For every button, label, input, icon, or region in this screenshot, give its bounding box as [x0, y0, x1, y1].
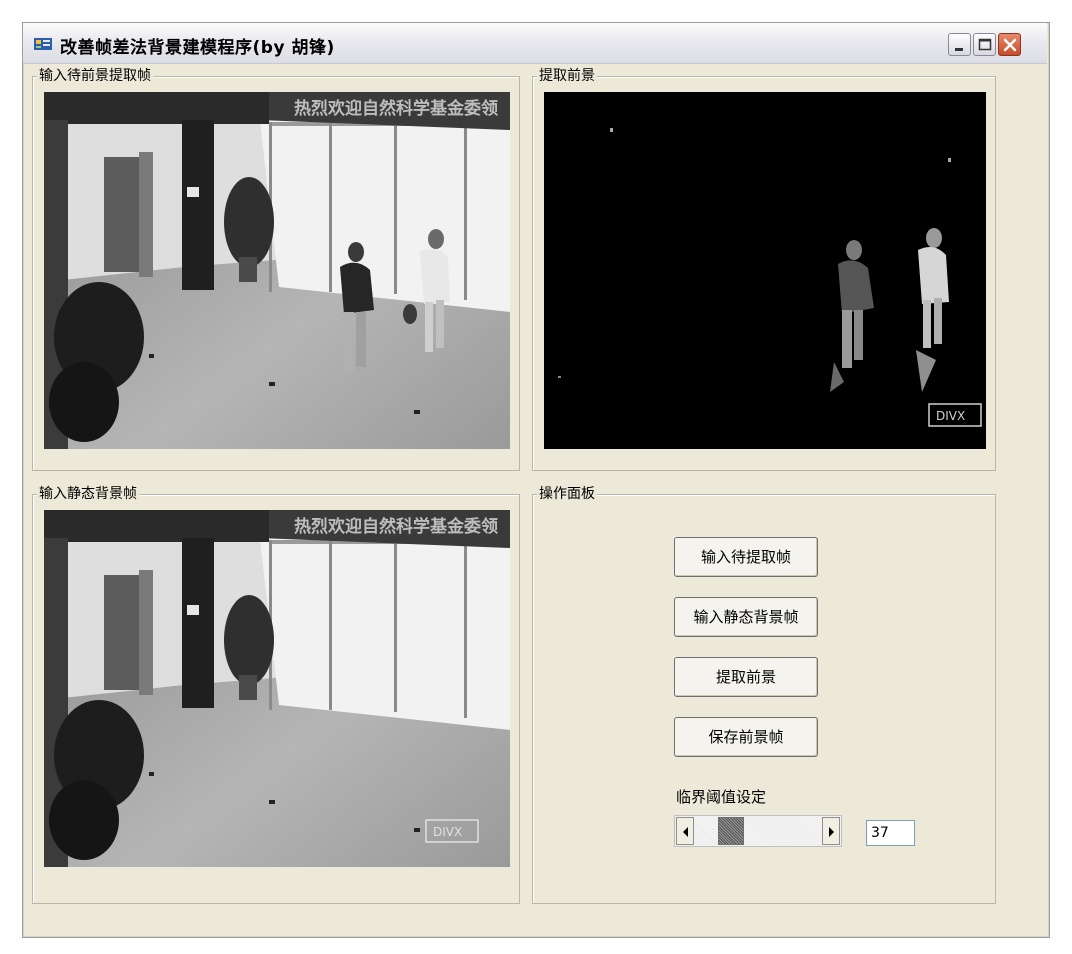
- slider-thumb[interactable]: [718, 817, 745, 845]
- slider-right-arrow[interactable]: [822, 817, 840, 845]
- threshold-slider[interactable]: [674, 815, 842, 847]
- divx-watermark-bg-text: DIVX: [433, 825, 462, 839]
- input-frame-button[interactable]: 输入待提取帧: [674, 537, 818, 577]
- window-title: 改善帧差法背景建模程序(by 胡锋): [60, 38, 335, 58]
- maximize-button[interactable]: [973, 33, 996, 56]
- background-frame-image: 热烈欢迎自然科学基金委领 DIVX: [44, 510, 510, 867]
- extract-foreground-button[interactable]: 提取前景: [674, 657, 818, 697]
- input-frame-image: 热烈欢迎自然科学基金委领: [44, 92, 510, 449]
- minimize-button[interactable]: [948, 33, 971, 56]
- close-button[interactable]: [998, 33, 1021, 56]
- app-icon: [34, 37, 52, 51]
- threshold-value-field[interactable]: 37: [866, 820, 915, 846]
- foreground-group-label: 提取前景: [537, 67, 597, 85]
- background-frame-group-label: 输入静态背景帧: [37, 485, 139, 503]
- banner-text: 热烈欢迎自然科学基金委领: [294, 98, 498, 119]
- slider-left-arrow[interactable]: [676, 817, 694, 845]
- divx-watermark-text: DIVX: [936, 409, 965, 423]
- foreground-image: DIVX: [544, 92, 986, 449]
- control-panel-group-label: 操作面板: [537, 485, 597, 503]
- threshold-label: 临界阈值设定: [676, 788, 767, 806]
- save-foreground-button[interactable]: 保存前景帧: [674, 717, 818, 757]
- input-background-button[interactable]: 输入静态背景帧: [674, 597, 818, 637]
- banner-text-bg: 热烈欢迎自然科学基金委领: [294, 516, 498, 537]
- input-frame-group-label: 输入待前景提取帧: [37, 67, 153, 85]
- title-bar[interactable]: 改善帧差法背景建模程序(by 胡锋): [23, 23, 1047, 64]
